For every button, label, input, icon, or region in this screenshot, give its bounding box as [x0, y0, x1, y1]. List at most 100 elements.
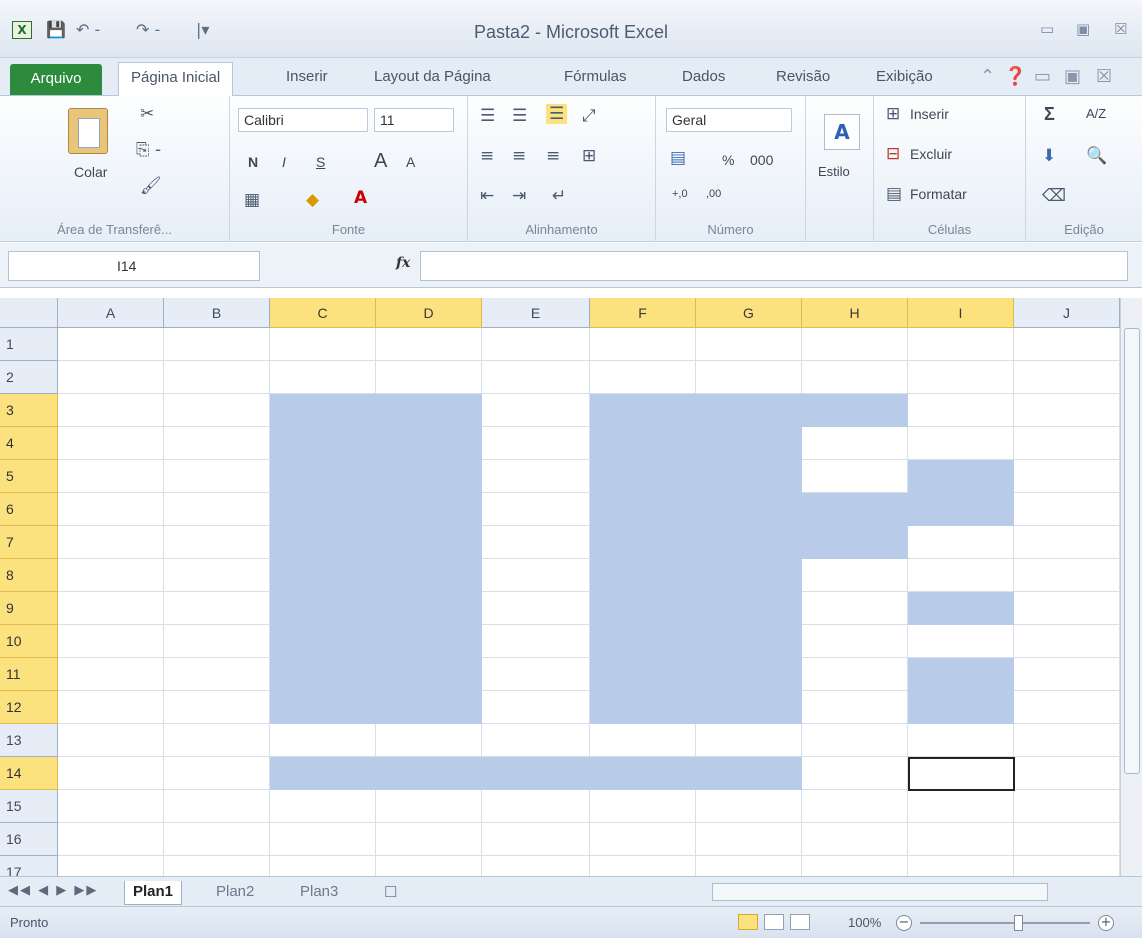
cell[interactable] [164, 691, 270, 724]
paste-label[interactable]: Colar [74, 164, 107, 180]
cell[interactable] [164, 790, 270, 823]
cell[interactable] [164, 427, 270, 460]
cell[interactable] [270, 328, 376, 361]
align-middle-icon[interactable]: ☰ [512, 106, 527, 126]
cell[interactable] [482, 427, 590, 460]
cell[interactable] [376, 757, 482, 790]
align-center-icon[interactable]: ≡ [512, 146, 526, 166]
cell[interactable] [802, 328, 908, 361]
cell[interactable] [590, 691, 696, 724]
cell[interactable] [482, 328, 590, 361]
cell[interactable] [482, 526, 590, 559]
cell[interactable] [590, 559, 696, 592]
cell[interactable] [1014, 592, 1120, 625]
fill-icon[interactable]: ⬇ [1042, 146, 1056, 166]
page-break-view-button[interactable] [790, 914, 810, 930]
minimize-ribbon-icon[interactable]: ⌃ [980, 66, 995, 87]
cell[interactable] [58, 823, 164, 856]
decrease-indent-icon[interactable]: ⇤ [480, 186, 494, 206]
cell[interactable] [908, 526, 1014, 559]
bold-button[interactable]: N [248, 154, 258, 170]
cell[interactable] [696, 691, 802, 724]
cell[interactable] [802, 658, 908, 691]
cell[interactable] [696, 790, 802, 823]
cell[interactable] [164, 856, 270, 876]
styles-button[interactable]: Estilo [818, 164, 850, 179]
zoom-level[interactable]: 100% [848, 915, 881, 930]
cell[interactable] [164, 526, 270, 559]
cell[interactable] [696, 394, 802, 427]
cell[interactable] [376, 361, 482, 394]
cell[interactable] [908, 592, 1014, 625]
row-header[interactable]: 7 [0, 526, 58, 559]
cell[interactable] [376, 328, 482, 361]
cell[interactable] [58, 394, 164, 427]
cell[interactable] [696, 823, 802, 856]
cell[interactable] [802, 625, 908, 658]
cell[interactable] [482, 790, 590, 823]
cell[interactable] [270, 394, 376, 427]
cell[interactable] [696, 757, 802, 790]
column-header[interactable]: C [270, 298, 376, 328]
cell[interactable] [1014, 427, 1120, 460]
cell[interactable] [1014, 691, 1120, 724]
column-header[interactable]: D [376, 298, 482, 328]
cell[interactable] [376, 658, 482, 691]
worksheet-grid[interactable]: A B C D E F G H I J 1 2 3 4 5 6 7 8 9 10 11 12 13 14 15 16 17 [0, 298, 1120, 876]
cell[interactable] [58, 658, 164, 691]
font-name-select[interactable]: Calibri [238, 108, 368, 132]
cell[interactable] [590, 592, 696, 625]
cell[interactable] [908, 328, 1014, 361]
cell[interactable] [908, 856, 1014, 876]
cell[interactable] [590, 823, 696, 856]
delete-cells-button[interactable]: Excluir [910, 146, 952, 162]
vertical-scroll-thumb[interactable] [1124, 328, 1140, 774]
cell[interactable] [58, 460, 164, 493]
cell[interactable] [1014, 361, 1120, 394]
cell[interactable] [58, 856, 164, 876]
sheet-tab-plan2[interactable]: Plan2 [208, 881, 262, 905]
cell[interactable] [164, 592, 270, 625]
close-icon[interactable]: ☒ [1114, 20, 1127, 38]
cell[interactable] [590, 724, 696, 757]
cell[interactable] [908, 559, 1014, 592]
cell[interactable] [482, 493, 590, 526]
row-header[interactable]: 14 [0, 757, 58, 790]
cell[interactable] [164, 823, 270, 856]
cell[interactable] [376, 856, 482, 876]
cell[interactable] [482, 691, 590, 724]
row-header[interactable]: 9 [0, 592, 58, 625]
font-size-select[interactable]: 11 [374, 108, 454, 132]
format-cells-button[interactable]: Formatar [910, 186, 967, 202]
cell[interactable] [1014, 823, 1120, 856]
cell[interactable] [1014, 724, 1120, 757]
cell[interactable] [696, 658, 802, 691]
decrease-decimal-button[interactable]: ,00 [706, 188, 721, 200]
cell[interactable] [58, 691, 164, 724]
cell[interactable] [270, 427, 376, 460]
row-header[interactable]: 3 [0, 394, 58, 427]
row-header[interactable]: 11 [0, 658, 58, 691]
cell[interactable] [802, 394, 908, 427]
cell[interactable] [376, 493, 482, 526]
align-right-icon[interactable]: ≡ [546, 146, 560, 166]
cell[interactable] [908, 625, 1014, 658]
cell[interactable] [376, 526, 482, 559]
cell[interactable] [164, 757, 270, 790]
sheet-tab-plan3[interactable]: Plan3 [292, 881, 346, 905]
cell[interactable] [376, 724, 482, 757]
cell[interactable] [482, 460, 590, 493]
find-select-icon[interactable]: 🔍 [1086, 146, 1107, 166]
tab-formulas[interactable]: Fórmulas [564, 68, 627, 85]
cell[interactable] [58, 493, 164, 526]
cell[interactable] [164, 394, 270, 427]
name-box[interactable]: I14 [8, 251, 260, 281]
font-color-icon[interactable]: A [354, 188, 367, 208]
cell[interactable] [58, 592, 164, 625]
cell[interactable] [376, 460, 482, 493]
cell[interactable] [58, 427, 164, 460]
cell[interactable] [802, 427, 908, 460]
shrink-font-button[interactable]: A [406, 154, 415, 170]
row-header[interactable]: 2 [0, 361, 58, 394]
cell[interactable] [270, 724, 376, 757]
